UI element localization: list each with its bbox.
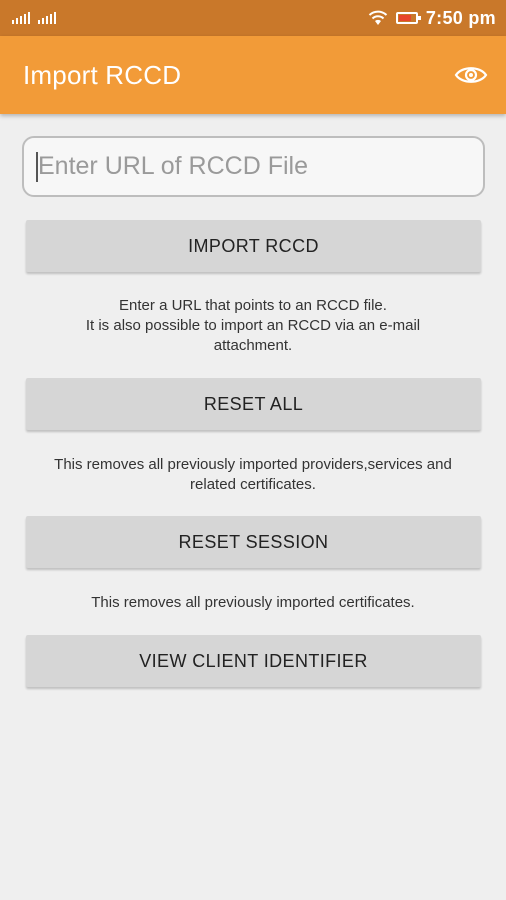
app-bar: Import RCCD	[0, 36, 506, 114]
reset-all-button[interactable]: RESET ALL	[26, 378, 481, 430]
reset-all-description-line-1: This removes all previously imported pro…	[54, 456, 452, 473]
status-time: 7:50 pm	[425, 7, 496, 28]
signal-icon	[38, 12, 56, 24]
import-rccd-button[interactable]: IMPORT RCCD	[26, 220, 481, 272]
text-cursor	[36, 152, 38, 182]
status-left	[12, 12, 56, 24]
reset-all-description-line-2: related certificates.	[190, 476, 316, 493]
reset-session-description: This removes all previously imported cer…	[91, 594, 415, 611]
reset-all-description: This removes all previously imported pro…	[0, 455, 506, 495]
reset-session-button[interactable]: RESET SESSION	[26, 516, 481, 568]
eye-icon[interactable]	[454, 64, 488, 86]
import-description-line-1: Enter a URL that points to an RCCD file.	[119, 297, 387, 314]
signal-icon	[12, 12, 30, 24]
battery-icon	[395, 12, 421, 24]
import-description: Enter a URL that points to an RCCD file.…	[0, 296, 506, 356]
import-description-line-2: It is also possible to import an RCCD vi…	[85, 317, 421, 334]
import-description-line-3: attachment.	[213, 337, 293, 354]
url-input[interactable]	[22, 136, 485, 197]
view-client-identifier-button[interactable]: VIEW CLIENT IDENTIFIER	[26, 635, 481, 687]
status-right: 7:50 pm	[368, 8, 496, 29]
status-bar: 7:50 pm	[0, 0, 506, 36]
page-title: Import RCCD	[23, 59, 182, 90]
wifi-icon	[368, 10, 388, 25]
